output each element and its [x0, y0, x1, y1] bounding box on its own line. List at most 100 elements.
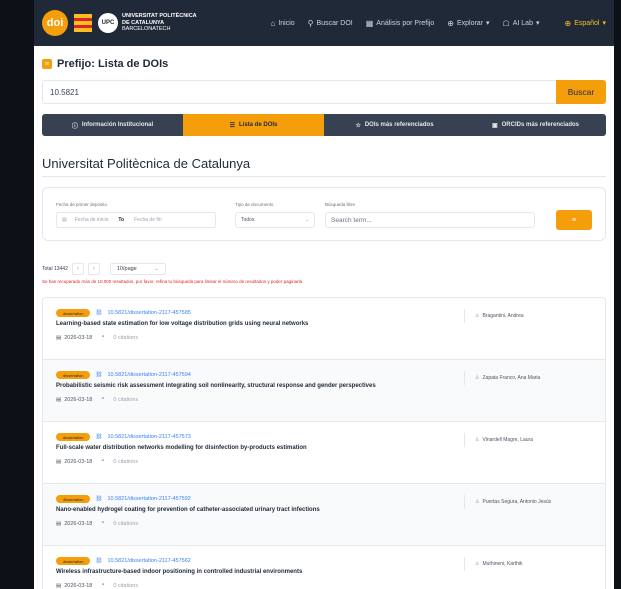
nav-item-ai-lab[interactable]: ☖ AI Lab ▾ — [503, 19, 540, 28]
result-title[interactable]: Probabilistic seismic risk assessment in… — [56, 383, 376, 389]
filter-button[interactable]: ≡ — [556, 210, 592, 230]
result-date: 2026-03-18 — [64, 459, 93, 465]
chevron-left-icon: ‹ — [76, 266, 79, 272]
author: ♙ Bragantini, Andrea — [464, 309, 524, 323]
date-range-picker[interactable]: ▤ Fecha de inicio To Fecha de fin — [56, 212, 216, 228]
citation-count: 0 citations — [113, 459, 139, 465]
star-icon: ☆ — [355, 122, 361, 129]
author: ♙ Muthineni, Karthik — [464, 557, 523, 571]
chevron-down-icon: ▾ — [602, 20, 606, 27]
quote-icon: ❝ — [101, 335, 105, 341]
doi-link[interactable]: 10.5821/dissertation-2117-457594 — [107, 372, 190, 378]
tab-informacion-institucional[interactable]: ⓘ Información Institucional — [42, 114, 183, 136]
nav-item-buscar-doi[interactable]: ⚲ Buscar DOI — [308, 19, 353, 28]
globe-icon: ⊕ — [564, 18, 572, 28]
search-button[interactable]: Buscar — [556, 80, 606, 104]
calendar-icon: ▤ — [62, 217, 67, 223]
robot-icon: ☖ — [502, 18, 510, 28]
date-end-input[interactable]: Fecha de fin — [134, 217, 162, 223]
list-item[interactable]: dissertation ⛓ 10.5821/dissertation-2117-4… — [43, 422, 605, 484]
app-frame: doi UPC UNIVERSITAT POLITÈCNICA DE CATAL… — [34, 0, 614, 589]
chevron-down-icon: ▾ — [535, 20, 540, 27]
chevron-right-icon: › — [92, 266, 95, 272]
list-icon: ☰ — [229, 122, 236, 129]
author: ♙ Vinardell Magre, Laura — [464, 433, 533, 447]
link-icon: ⛓ — [95, 310, 103, 316]
date-label: Fecha de primer depósito — [56, 202, 108, 207]
type-badge: dissertation — [56, 371, 91, 379]
results-warning: Se han recuperado más de 10.000 resultad… — [42, 279, 303, 284]
tab-dois-mas-referenciados[interactable]: ☆ DOIs más referenciados — [324, 114, 465, 136]
result-title[interactable]: Nano-enabled hydrogel coating for preven… — [56, 507, 320, 513]
next-page-button[interactable]: › — [87, 263, 100, 275]
doi-link[interactable]: 10.5821/dissertation-2117-457562 — [107, 558, 190, 564]
user-icon: ♙ — [475, 561, 480, 567]
doi-link[interactable]: 10.5821/dissertation-2117-457573 — [107, 434, 190, 440]
university-name: UNIVERSITAT POLITÈCNICA DE CATALUNYA BAR… — [122, 13, 197, 33]
type-badge: dissertation — [56, 495, 91, 503]
filters-panel: Fecha de primer depósito ▤ Fecha de inic… — [42, 187, 606, 241]
prefix-search: 10.5821 Buscar — [42, 80, 606, 104]
tab-orcids-mas-referenciados[interactable]: ▣ ORCIDs más referenciados — [465, 114, 606, 136]
citation-count: 0 citations — [113, 335, 139, 341]
list-item[interactable]: dissertation ⛓ 10.5821/dissertation-2117-4… — [43, 360, 605, 422]
navbar: doi UPC UNIVERSITAT POLITÈCNICA DE CATAL… — [34, 0, 614, 46]
list-item[interactable]: dissertation ⛓ 10.5821/dissertation-2117-4… — [43, 298, 605, 360]
author: ♙ Puertas Segura, Antonio Jesús — [464, 495, 551, 509]
language-selector[interactable]: ⊕ Español ▾ — [564, 19, 606, 28]
upc-logo: UPC — [98, 13, 118, 33]
home-icon: ⌂ — [270, 18, 276, 28]
results-list: dissertation ⛓ 10.5821/dissertation-2117-4… — [42, 297, 606, 589]
page-title: ≡ Prefijo: Lista de DOIs — [42, 58, 606, 70]
chevron-down-icon: ▾ — [486, 20, 490, 27]
calendar-icon: ▤ — [56, 397, 62, 403]
divider — [42, 176, 606, 177]
calendar-icon: ▤ — [56, 335, 62, 341]
search-icon: ⚲ — [307, 18, 314, 28]
link-icon: ⛓ — [95, 372, 103, 378]
user-icon: ♙ — [475, 313, 480, 319]
result-date: 2026-03-18 — [64, 335, 93, 341]
total-count: Total 13442 — [42, 266, 68, 272]
link-icon: ⛓ — [95, 496, 103, 502]
date-start-input[interactable]: Fecha de inicio — [75, 217, 109, 223]
result-title[interactable]: Full-scale water distribution networks m… — [56, 445, 307, 451]
quote-icon: ❝ — [101, 459, 105, 465]
nav-item-analisis[interactable]: ▦ Análisis por Prefijo — [366, 19, 435, 28]
type-badge: dissertation — [56, 557, 91, 565]
result-title[interactable]: Wireless infrastructure-based indoor pos… — [56, 569, 302, 575]
doi-logo[interactable]: doi — [42, 10, 68, 36]
user-icon: ♙ — [475, 375, 480, 381]
citation-count: 0 citations — [113, 397, 139, 403]
filter-icon: ≡ — [571, 216, 577, 224]
doi-link[interactable]: 10.5821/dissertation-2117-457592 — [107, 496, 190, 502]
doi-link[interactable]: 10.5821/dissertation-2117-457585 — [107, 310, 190, 316]
result-date: 2026-03-18 — [64, 583, 93, 589]
result-date: 2026-03-18 — [64, 397, 93, 403]
prefix-input[interactable]: 10.5821 — [42, 80, 556, 104]
quote-icon: ❝ — [101, 521, 105, 527]
document-type-select[interactable]: Todos ⌄ — [235, 212, 315, 228]
page-size-select[interactable]: 10/page ⌄ — [109, 263, 166, 275]
result-title[interactable]: Learning-based state estimation for low … — [56, 321, 308, 327]
author: ♙ Zapata Franco, Ana Maria — [464, 371, 540, 385]
link-icon: ⛓ — [95, 558, 103, 564]
tab-lista-de-dois[interactable]: ☰ Lista de DOIs — [183, 114, 324, 136]
prev-page-button[interactable]: ‹ — [71, 263, 84, 275]
list-item[interactable]: dissertation ⛓ 10.5821/dissertation-2117-4… — [43, 484, 605, 546]
list-item[interactable]: dissertation ⛓ 10.5821/dissertation-2117-4… — [43, 546, 605, 589]
chevron-down-icon: ⌄ — [154, 266, 159, 272]
free-search-input[interactable]: Search term... — [325, 212, 535, 228]
id-icon: ▣ — [491, 122, 498, 129]
list-icon: ≡ — [42, 59, 52, 69]
chevron-down-icon: ⌄ — [304, 217, 309, 223]
chart-icon: ▦ — [365, 18, 374, 28]
calendar-icon: ▤ — [56, 459, 62, 465]
result-date: 2026-03-18 — [64, 521, 93, 527]
nav-item-inicio[interactable]: ⌂ Inicio — [270, 19, 294, 28]
catalonia-flag-icon — [74, 14, 92, 32]
type-badge: dissertation — [56, 309, 91, 317]
nav-item-explorar[interactable]: ⊕ Explorar ▾ — [447, 19, 489, 28]
citation-count: 0 citations — [113, 521, 139, 527]
tabs: ⓘ Información Institucional ☰ Lista de DOI… — [42, 114, 606, 136]
